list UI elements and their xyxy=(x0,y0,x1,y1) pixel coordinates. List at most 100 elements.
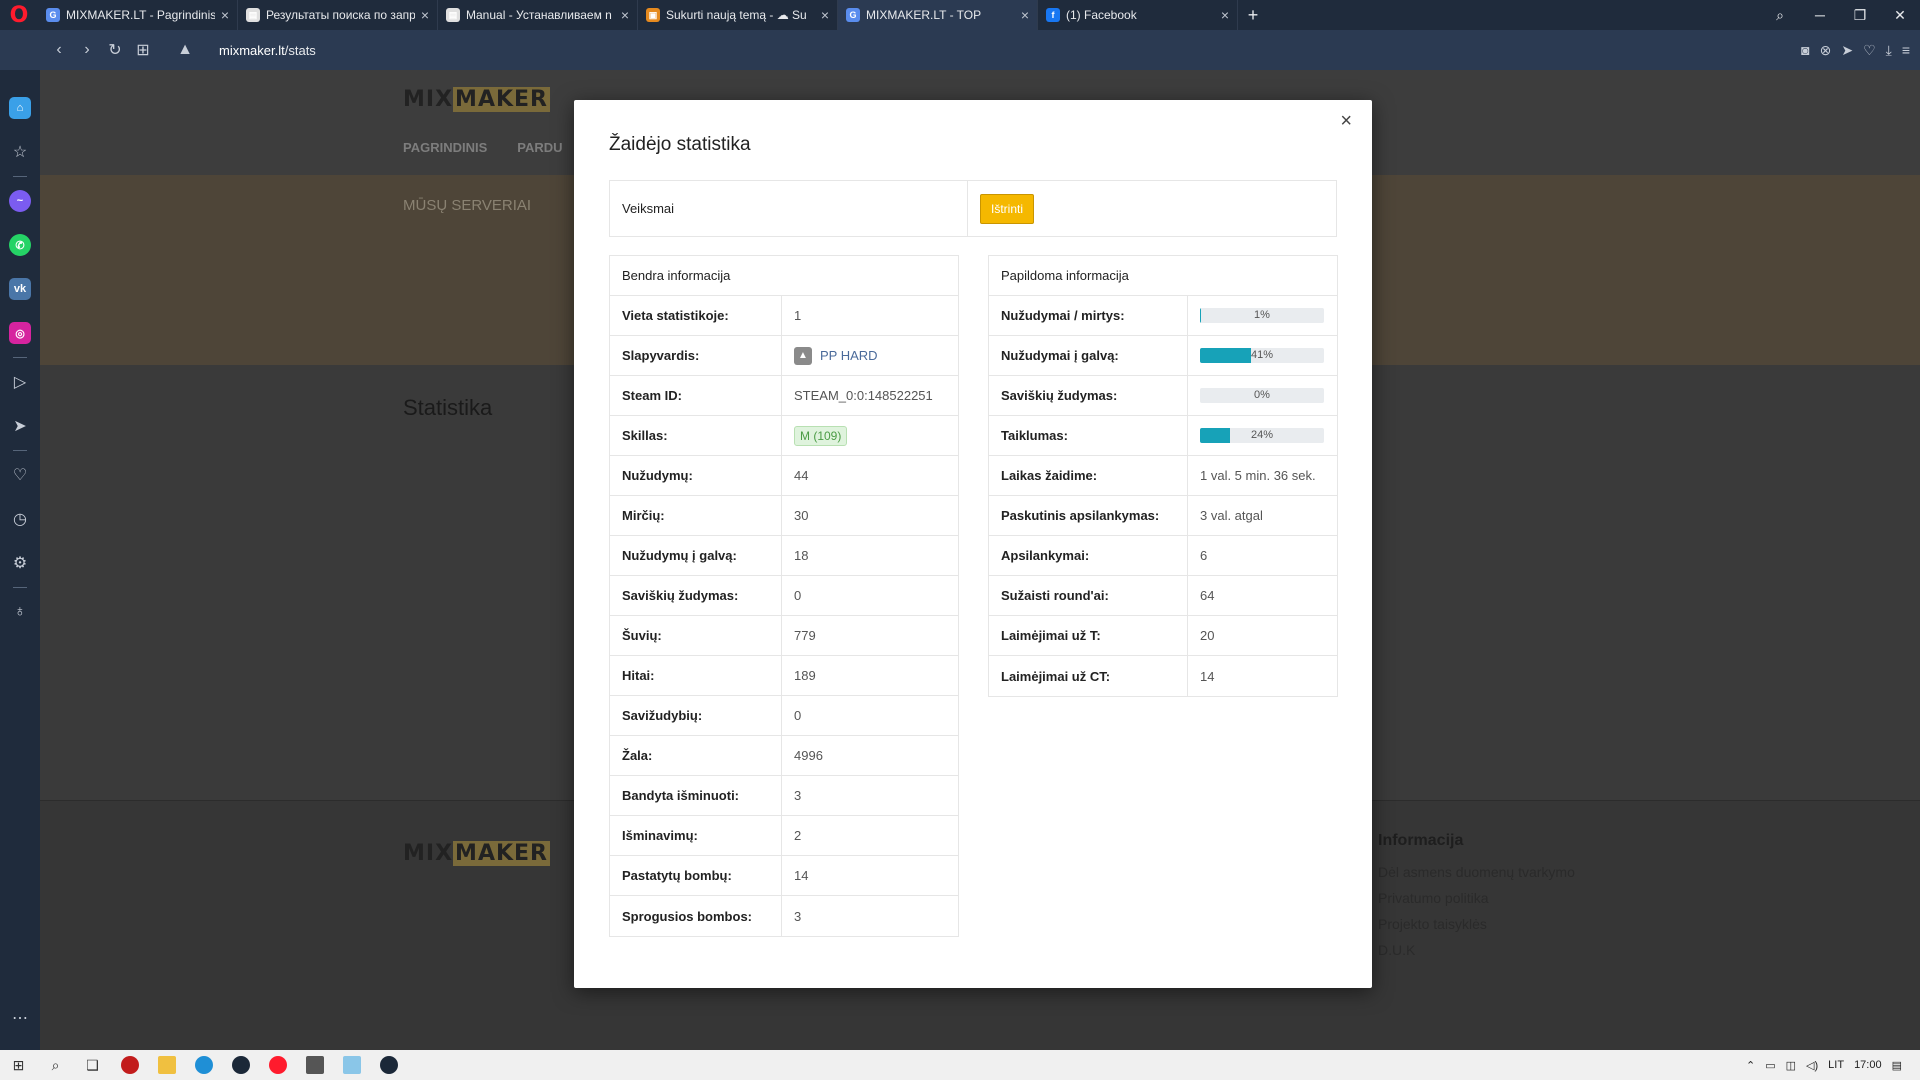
row-value-cell: 30 xyxy=(782,496,958,535)
windows-start-icon[interactable]: ⊞ xyxy=(0,1050,37,1080)
volume-icon[interactable]: ◁) xyxy=(1806,1059,1818,1072)
url-field[interactable]: mixmaker.lt/stats xyxy=(219,43,316,58)
steam-icon[interactable] xyxy=(222,1050,259,1080)
row-value-cell: 0 xyxy=(782,576,958,615)
back-icon[interactable]: ‹ xyxy=(45,41,73,59)
site-nav: PAGRINDINIS PARDU xyxy=(403,140,563,155)
menu-icon[interactable]: ≡ xyxy=(1902,42,1910,58)
history-icon[interactable]: ◷ xyxy=(0,497,40,541)
camera-icon[interactable]: ◙ xyxy=(1801,42,1809,58)
footer-link[interactable]: Privatumo politika xyxy=(1378,890,1575,906)
row-value: 18 xyxy=(794,548,809,563)
row-label: Sprogusios bombos: xyxy=(610,896,782,936)
tips-icon[interactable]: ♁ xyxy=(0,590,40,634)
star-icon[interactable]: ☆ xyxy=(0,130,40,174)
close-tab-icon[interactable]: × xyxy=(1221,7,1229,23)
heart-icon[interactable]: ♡ xyxy=(0,453,40,497)
close-tab-icon[interactable]: × xyxy=(221,7,229,23)
battery-icon[interactable]: ▭ xyxy=(1765,1059,1775,1072)
row-value: 14 xyxy=(794,868,809,883)
address-bar: ‹ › ↻ ⊞ ▲ mixmaker.lt/stats ◙ ⊗ ➤ ♡ ⤓ ≡ xyxy=(0,30,1920,70)
reload-icon[interactable]: ↻ xyxy=(101,40,129,60)
clock[interactable]: 17:00 xyxy=(1854,1059,1882,1071)
steam-running-icon[interactable] xyxy=(370,1050,407,1080)
row-label: Nužudymai / mirtys: xyxy=(989,296,1188,335)
player-icon[interactable]: ▷ xyxy=(0,360,40,404)
progress-bar: 1% xyxy=(1200,308,1324,323)
row-value: 30 xyxy=(794,508,809,523)
task-view-icon[interactable]: ❑ xyxy=(74,1050,111,1080)
notepad-icon[interactable] xyxy=(333,1050,370,1080)
close-tab-icon[interactable]: × xyxy=(1021,7,1029,23)
row-label: Hitai: xyxy=(610,656,782,695)
footer-link[interactable]: Dėl asmens duomenų tvarkymo xyxy=(1378,864,1575,880)
download-icon[interactable]: ⤓ xyxy=(1886,42,1892,59)
browser-tab[interactable]: G MIXMAKER.LT - TOP × xyxy=(838,0,1038,30)
table-row: Nužudymų: 44 xyxy=(610,456,958,496)
footer-link[interactable]: Projekto taisyklės xyxy=(1378,916,1575,932)
send-icon[interactable]: ➤ xyxy=(1841,42,1853,59)
table-row: Laimėjimai už T: 20 xyxy=(989,616,1337,656)
browser-tab[interactable]: f (1) Facebook × xyxy=(1038,0,1238,30)
row-value: 3 val. atgal xyxy=(1200,508,1263,523)
table-row: Sužaisti round'ai: 64 xyxy=(989,576,1337,616)
tab-title: MIXMAKER.LT - Pagrindinis xyxy=(66,8,215,22)
edge-icon[interactable] xyxy=(185,1050,222,1080)
extra-info-table: Papildoma informacija Nužudymai / mirtys… xyxy=(988,255,1338,697)
address-actions: ◙ ⊗ ➤ ♡ ⤓ ≡ xyxy=(1801,30,1910,70)
close-window-button[interactable]: ✕ xyxy=(1880,7,1920,24)
close-tab-icon[interactable]: × xyxy=(421,7,429,23)
tray-chevron-icon[interactable]: ⌃ xyxy=(1746,1059,1755,1072)
app-k-icon[interactable] xyxy=(296,1050,333,1080)
forward-icon[interactable]: › xyxy=(73,41,101,59)
site-nav-item[interactable]: PARDU xyxy=(517,140,562,155)
adblock-icon[interactable]: ⊗ xyxy=(1820,42,1832,59)
doc-icon: ▤ xyxy=(446,8,460,22)
vk-icon[interactable]: vk xyxy=(0,267,40,311)
table-row: Išminavimų: 2 xyxy=(610,816,958,856)
browser-tab[interactable]: ▣ Sukurti naują temą - ☁ Su × xyxy=(638,0,838,30)
close-icon[interactable]: × xyxy=(1340,110,1352,133)
flow-icon[interactable]: ➤ xyxy=(0,404,40,448)
search-tabs-icon[interactable]: ⌕ xyxy=(1760,7,1800,24)
sidebar-divider xyxy=(13,357,27,358)
file-explorer-icon[interactable] xyxy=(148,1050,185,1080)
security-warning-icon[interactable]: ▲ xyxy=(171,41,199,59)
notifications-icon[interactable]: ▤ xyxy=(1892,1059,1902,1072)
close-tab-icon[interactable]: × xyxy=(821,7,829,23)
whatsapp-icon[interactable]: ✆ xyxy=(0,223,40,267)
settings-icon[interactable]: ⚙ xyxy=(0,541,40,585)
row-label: Vieta statistikoje: xyxy=(610,296,782,335)
table-row: Vieta statistikoje: 1 xyxy=(610,296,958,336)
delete-button[interactable]: Ištrinti xyxy=(980,193,1035,224)
table-row: Laimėjimai už CT: 14 xyxy=(989,656,1337,696)
more-icon[interactable]: ⋯ xyxy=(0,996,40,1040)
maximize-button[interactable]: ❐ xyxy=(1840,7,1880,24)
minimize-button[interactable]: ─ xyxy=(1800,7,1840,23)
facebook-icon: f xyxy=(1046,8,1060,22)
row-value: 2 xyxy=(794,828,802,843)
footer-link[interactable]: D.U.K xyxy=(1378,942,1575,958)
close-tab-icon[interactable]: × xyxy=(621,7,629,23)
app-icon[interactable] xyxy=(111,1050,148,1080)
heart-icon[interactable]: ♡ xyxy=(1863,42,1876,59)
language-indicator[interactable]: LIT xyxy=(1828,1059,1844,1071)
messenger-icon[interactable]: ~ xyxy=(0,179,40,223)
site-logo[interactable]: MIXMAKER xyxy=(403,87,550,112)
opera-menu-icon[interactable]: O xyxy=(0,0,38,30)
table-row: Paskutinis apsilankymas: 3 val. atgal xyxy=(989,496,1337,536)
nickname-link[interactable]: PP HARD xyxy=(820,348,878,363)
browser-tab[interactable]: G MIXMAKER.LT - Pagrindinis × xyxy=(38,0,238,30)
search-icon[interactable]: ⌕ xyxy=(37,1050,74,1080)
opera-icon[interactable] xyxy=(259,1050,296,1080)
home-icon[interactable]: ⌂ xyxy=(0,86,40,130)
site-nav-item[interactable]: PAGRINDINIS xyxy=(403,140,487,155)
skill-badge: M (109) xyxy=(794,425,848,446)
progress-bar: 0% xyxy=(1200,388,1324,403)
speed-dial-icon[interactable]: ⊞ xyxy=(129,40,157,60)
new-tab-button[interactable]: + xyxy=(1238,5,1268,26)
network-icon[interactable]: ◫ xyxy=(1786,1059,1796,1072)
browser-tab[interactable]: ▤ Manual - Устанавливаем n × xyxy=(438,0,638,30)
instagram-icon[interactable]: ◎ xyxy=(0,311,40,355)
browser-tab[interactable]: ▤ Результаты поиска по запр × xyxy=(238,0,438,30)
